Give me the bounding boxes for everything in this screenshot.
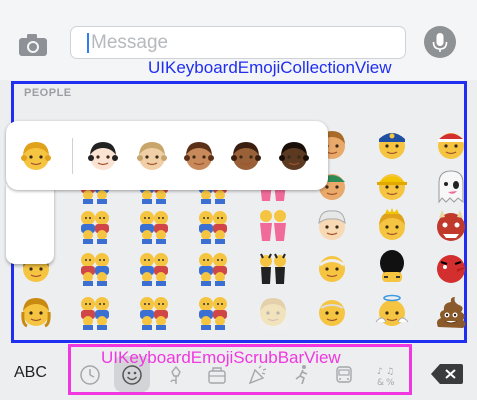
abc-button[interactable]: ABC bbox=[14, 364, 47, 382]
scrub-bar-annotation: UIKeyboardEmojiScrubBarView bbox=[101, 348, 341, 367]
emoji-fam2[interactable] bbox=[136, 208, 172, 244]
emoji-fam2[interactable] bbox=[195, 250, 231, 286]
emoji-tengu[interactable] bbox=[433, 250, 469, 286]
emoji-fam2[interactable] bbox=[77, 208, 113, 244]
emoji-police[interactable] bbox=[374, 127, 410, 163]
status-bar-strip bbox=[0, 0, 477, 20]
microphone-icon bbox=[432, 33, 448, 52]
svg-text:♪: ♪ bbox=[377, 367, 383, 377]
emoji-couple[interactable] bbox=[255, 208, 291, 244]
emoji-turban[interactable] bbox=[314, 208, 350, 244]
popup-divider bbox=[72, 138, 73, 174]
emoji-girl-skin-tone-1[interactable] bbox=[85, 138, 121, 174]
collection-view-annotation: UIKeyboardEmojiCollectionView bbox=[148, 58, 392, 77]
emoji-guard[interactable] bbox=[374, 250, 410, 286]
emoji-dancers[interactable] bbox=[255, 250, 291, 286]
emoji-santa[interactable] bbox=[433, 127, 469, 163]
message-input[interactable] bbox=[91, 30, 391, 56]
emoji-elder[interactable] bbox=[314, 250, 350, 286]
svg-text:%: % bbox=[386, 378, 395, 388]
microphone-button[interactable] bbox=[424, 26, 456, 58]
backspace-icon[interactable] bbox=[430, 363, 464, 385]
emoji-builder[interactable] bbox=[374, 168, 410, 204]
symbols-icon[interactable]: ♪ ♫ & % bbox=[373, 362, 399, 388]
recent-icon[interactable] bbox=[77, 362, 103, 388]
emoji-woman[interactable] bbox=[18, 294, 54, 330]
emoji-bride[interactable] bbox=[255, 294, 291, 330]
emoji-girl-default[interactable] bbox=[18, 138, 54, 174]
emoji-angel[interactable] bbox=[374, 294, 410, 330]
emoji-oni[interactable] bbox=[433, 208, 469, 244]
camera-icon[interactable] bbox=[18, 33, 48, 57]
popup-stem bbox=[6, 184, 54, 264]
emoji-girl-skin-tone-4[interactable] bbox=[228, 138, 264, 174]
emoji-poop[interactable] bbox=[433, 294, 469, 330]
svg-text:&: & bbox=[377, 378, 384, 388]
message-field[interactable] bbox=[70, 26, 406, 59]
emoji-blondfam[interactable] bbox=[77, 250, 113, 286]
emoji-ghost[interactable] bbox=[433, 168, 469, 204]
svg-text:♫: ♫ bbox=[386, 367, 394, 377]
emoji-princess[interactable] bbox=[374, 208, 410, 244]
emoji-fam2[interactable] bbox=[195, 294, 231, 330]
emoji-girl-skin-tone-3[interactable] bbox=[181, 138, 217, 174]
emoji-fam2[interactable] bbox=[136, 250, 172, 286]
emoji-blondfam[interactable] bbox=[77, 294, 113, 330]
section-title: PEOPLE bbox=[24, 87, 72, 99]
emoji-fam2[interactable] bbox=[195, 208, 231, 244]
emoji-fam2[interactable] bbox=[136, 294, 172, 330]
emoji-oldman[interactable] bbox=[314, 294, 350, 330]
emoji-girl-skin-tone-2[interactable] bbox=[134, 138, 170, 174]
text-caret bbox=[87, 33, 89, 53]
emoji-girl-skin-tone-5[interactable] bbox=[276, 138, 312, 174]
